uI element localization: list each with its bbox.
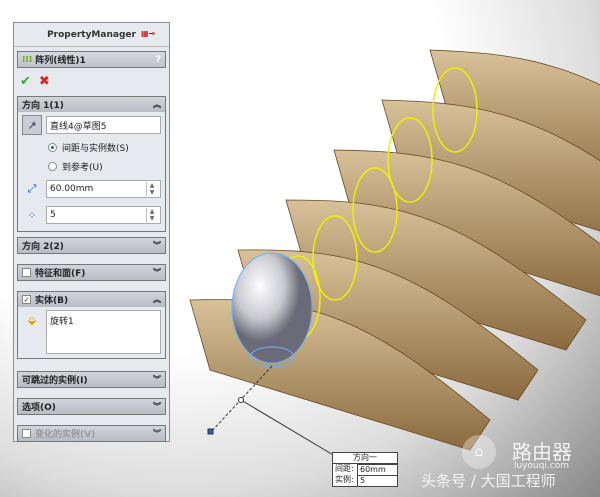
section-direction2[interactable]: 方向 2(2) ︾ xyxy=(17,237,166,254)
varied-checkbox[interactable] xyxy=(22,429,31,438)
bodies-list[interactable]: 旋转1 xyxy=(46,310,161,354)
features-faces-checkbox[interactable] xyxy=(22,268,31,277)
pin-icon[interactable]: ▦⊸ xyxy=(141,29,165,39)
callout-instances-label: 实例: xyxy=(335,475,354,484)
section-label: 可跳过的实例(I) xyxy=(22,376,88,386)
linear-pattern-icon: ⁞⁞⁞ xyxy=(22,54,33,65)
callout-spacing-value[interactable]: 60mm xyxy=(357,464,397,475)
instances-icon: ⁘ xyxy=(27,208,37,222)
direction-edge-field[interactable]: 直线4@草图5 xyxy=(46,116,161,134)
panel-title: PropertyManager xyxy=(47,29,136,40)
instances-input[interactable]: 5 ▲ ▼ xyxy=(46,206,161,224)
radio-spacing-instances[interactable]: 间距与实例数(S) xyxy=(18,138,165,157)
cancel-button[interactable]: ✖ xyxy=(39,74,50,89)
direction-callout[interactable]: 方向一 间距: 60mm 实例: 5 xyxy=(332,452,398,487)
feature-title: 阵列(线性)1 xyxy=(35,56,86,66)
radio-label: 到参考(U) xyxy=(62,163,103,173)
section-varied-instances[interactable]: 变化的实例(V) ︾ xyxy=(17,425,166,442)
section-label: 实体(B) xyxy=(35,296,69,306)
radio-up-to-reference[interactable]: 到参考(U) xyxy=(18,157,165,176)
field-value: 直线4@草图5 xyxy=(50,121,107,132)
section-direction1-header[interactable]: 方向 1(1) ︽ xyxy=(18,97,165,112)
callout-instances-value[interactable]: 5 xyxy=(357,475,397,486)
body-list-item[interactable]: 旋转1 xyxy=(50,314,74,327)
property-manager-panel: PropertyManager ▦⊸ ⁞⁞⁞ 阵列(线性)1 ? ✔ ✖ 方向 … xyxy=(13,22,170,442)
spacing-spinner[interactable]: ▲ ▼ xyxy=(146,182,157,196)
section-features-faces[interactable]: 特征和面(F) ︾ xyxy=(17,264,166,281)
expand-icon[interactable]: ︾ xyxy=(153,401,161,412)
section-label: 变化的实例(V) xyxy=(35,430,96,440)
expand-icon[interactable]: ︾ xyxy=(153,240,161,251)
section-skip-instances[interactable]: 可跳过的实例(I) ︾ xyxy=(17,371,166,388)
section-direction1: 方向 1(1) ︽ ↗ 直线4@草图5 间距与实例数(S) 到参考(U) ⤢ 60.0… xyxy=(17,96,166,232)
section-options[interactable]: 选项(O) ︾ xyxy=(17,398,166,415)
expand-icon[interactable]: ︾ xyxy=(153,374,161,385)
field-value: 5 xyxy=(50,210,56,220)
callout-spacing-label: 间距: xyxy=(335,464,354,473)
section-label: 特征和面(F) xyxy=(35,269,86,279)
direction-arrow-icon[interactable]: ↗ xyxy=(22,115,42,135)
feature-title-bar: ⁞⁞⁞ 阵列(线性)1 ? xyxy=(17,51,166,68)
callout-title: 方向一 xyxy=(333,453,397,464)
router-logo-icon: ⌂ xyxy=(462,435,496,469)
panel-header: PropertyManager ▦⊸ xyxy=(14,23,169,47)
radio-label: 间距与实例数(S) xyxy=(62,144,129,154)
section-label: 选项(O) xyxy=(22,403,56,413)
watermark-credit: 头条号 / 大国工程师 xyxy=(421,472,556,490)
collapse-icon[interactable]: ︽ xyxy=(153,99,161,110)
ok-button[interactable]: ✔ xyxy=(20,74,31,89)
section-label: 方向 2(2) xyxy=(22,242,64,252)
section-bodies: ✓ 实体(B) ︽ ⬙ 旋转1 xyxy=(17,291,166,359)
section-label: 方向 1(1) xyxy=(22,101,64,111)
expand-icon[interactable]: ︾ xyxy=(153,428,161,439)
bodies-checkbox[interactable]: ✓ xyxy=(22,295,31,304)
wavy-surface xyxy=(189,49,600,451)
spacing-input[interactable]: 60.00mm ▲ ▼ xyxy=(46,180,161,198)
spacing-icon: ⤢ xyxy=(27,182,37,195)
instances-spinner[interactable]: ▲ ▼ xyxy=(146,208,157,222)
expand-icon[interactable]: ︾ xyxy=(153,267,161,278)
body-icon: ⬙ xyxy=(27,313,37,327)
field-value: 60.00mm xyxy=(50,184,94,194)
collapse-icon[interactable]: ︽ xyxy=(153,294,161,305)
help-button[interactable]: ? xyxy=(156,55,161,65)
